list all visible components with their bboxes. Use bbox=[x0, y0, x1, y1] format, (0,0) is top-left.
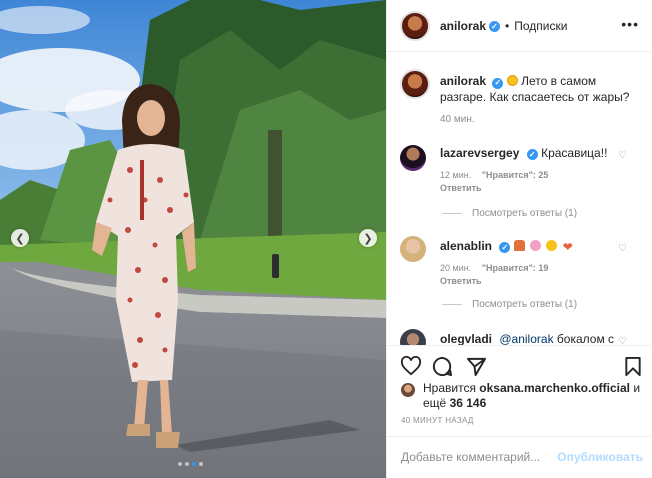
comment-avatar[interactable] bbox=[400, 145, 426, 171]
emoji-icon bbox=[513, 240, 525, 251]
comment-time: 12 мин. bbox=[440, 170, 472, 180]
publish-comment-button[interactable]: Опубликовать bbox=[557, 450, 643, 464]
author-avatar[interactable] bbox=[400, 11, 430, 41]
post-header: anilorak ✓ • Подписки ••• bbox=[387, 0, 652, 52]
comment-time: 20 мин. bbox=[440, 263, 472, 273]
comment-like-heart-icon[interactable]: ♡ bbox=[618, 336, 627, 345]
photo-scene bbox=[0, 0, 386, 478]
comment-like-heart-icon[interactable]: ♡ bbox=[618, 243, 627, 254]
carousel-dot bbox=[199, 462, 203, 466]
comment-mention[interactable]: @anilorak bbox=[499, 332, 553, 345]
chevron-right-icon[interactable]: ❯ bbox=[359, 229, 377, 247]
author-info: anilorak ✓ • Подписки bbox=[440, 19, 567, 33]
verified-badge-icon: ✓ bbox=[492, 77, 504, 89]
sun-emoji-icon bbox=[546, 240, 558, 251]
comment-icon[interactable] bbox=[432, 356, 453, 377]
orange-heart-emoji-icon: ❤ bbox=[562, 240, 573, 254]
caption-avatar[interactable] bbox=[400, 69, 430, 99]
caption-username[interactable]: anilorak bbox=[440, 74, 486, 88]
comment-like-heart-icon[interactable]: ♡ bbox=[618, 150, 627, 161]
comment-likes-count[interactable]: "Нравится": 19 bbox=[482, 263, 549, 273]
replies-divider bbox=[442, 304, 462, 305]
comment-likes-count[interactable]: "Нравится": 25 bbox=[482, 170, 549, 180]
carousel-dots bbox=[178, 462, 203, 466]
comment-username[interactable]: olegvladi bbox=[440, 332, 492, 345]
flower-emoji-icon bbox=[530, 240, 542, 251]
likes-count[interactable]: 36 146 bbox=[450, 396, 487, 410]
comment-meta: 12 мин. "Нравится": 25 Ответить bbox=[440, 170, 548, 193]
more-options-icon[interactable]: ••• bbox=[621, 16, 639, 32]
comments-list[interactable]: anilorak ✓ Лето в самом разгаре. Как спа… bbox=[387, 53, 652, 345]
action-bar bbox=[387, 345, 652, 385]
comment-input[interactable] bbox=[401, 450, 551, 464]
view-replies-label: Посмотреть ответы (1) bbox=[472, 208, 578, 219]
post-caption: anilorak ✓ Лето в самом разгаре. Как спа… bbox=[440, 73, 640, 105]
replies-divider bbox=[442, 213, 462, 214]
comment-avatar[interactable] bbox=[400, 236, 426, 262]
verified-badge-icon: ✓ bbox=[489, 20, 501, 32]
view-replies-button[interactable]: Посмотреть ответы (1) bbox=[442, 208, 577, 219]
verified-badge-icon: ✓ bbox=[526, 149, 538, 160]
comment-text: alenablin ✓ ❤ bbox=[440, 239, 630, 253]
likes-prefix: Нравится bbox=[423, 381, 480, 395]
comment-text: olegvladi @anilorak бокалом с bbox=[440, 332, 630, 345]
view-replies-button[interactable]: Посмотреть ответы (1) bbox=[442, 299, 577, 310]
add-comment-form: Опубликовать bbox=[387, 436, 652, 478]
bookmark-icon[interactable] bbox=[624, 356, 642, 377]
comment-meta: 20 мин. "Нравится": 19 Ответить bbox=[440, 263, 548, 286]
comment-body: бокалом с bbox=[553, 332, 615, 345]
reply-button[interactable]: Ответить bbox=[440, 183, 548, 193]
comment-username[interactable]: alenablin bbox=[440, 239, 492, 253]
comment-avatar[interactable] bbox=[400, 329, 426, 345]
chevron-left-icon[interactable]: ❮ bbox=[11, 229, 29, 247]
heart-icon[interactable] bbox=[400, 356, 422, 376]
reply-button[interactable]: Ответить bbox=[440, 276, 548, 286]
author-username[interactable]: anilorak bbox=[440, 19, 486, 33]
post-photo[interactable]: ❮ ❯ bbox=[0, 0, 386, 478]
follow-status-button[interactable]: Подписки bbox=[514, 19, 567, 33]
liker-avatar[interactable] bbox=[401, 383, 415, 397]
carousel-dot bbox=[185, 462, 189, 466]
post-timestamp: 40 МИНУТ НАЗАД bbox=[401, 416, 474, 425]
carousel-dot-active bbox=[192, 462, 196, 466]
likes-text: Нравится oksana.marchenko.official и ещё… bbox=[423, 381, 646, 411]
verified-badge-icon: ✓ bbox=[499, 242, 511, 253]
comment-username[interactable]: lazarevsergey bbox=[440, 146, 519, 160]
sun-emoji-icon bbox=[506, 75, 518, 86]
view-replies-label: Посмотреть ответы (1) bbox=[472, 299, 578, 310]
carousel-dot bbox=[178, 462, 182, 466]
comment-text: lazarevsergey ✓ Красавица!! bbox=[440, 146, 630, 160]
caption-time: 40 мин. bbox=[440, 114, 475, 125]
comment-body: Красавица!! bbox=[541, 146, 608, 160]
share-icon[interactable] bbox=[466, 356, 487, 377]
post-sidebar: anilorak ✓ • Подписки ••• anilorak ✓ Лет… bbox=[386, 0, 652, 478]
separator-dot: • bbox=[505, 19, 510, 33]
liker-username[interactable]: oksana.marchenko.official bbox=[479, 381, 630, 395]
likes-summary: Нравится oksana.marchenko.official и ещё… bbox=[401, 381, 646, 411]
